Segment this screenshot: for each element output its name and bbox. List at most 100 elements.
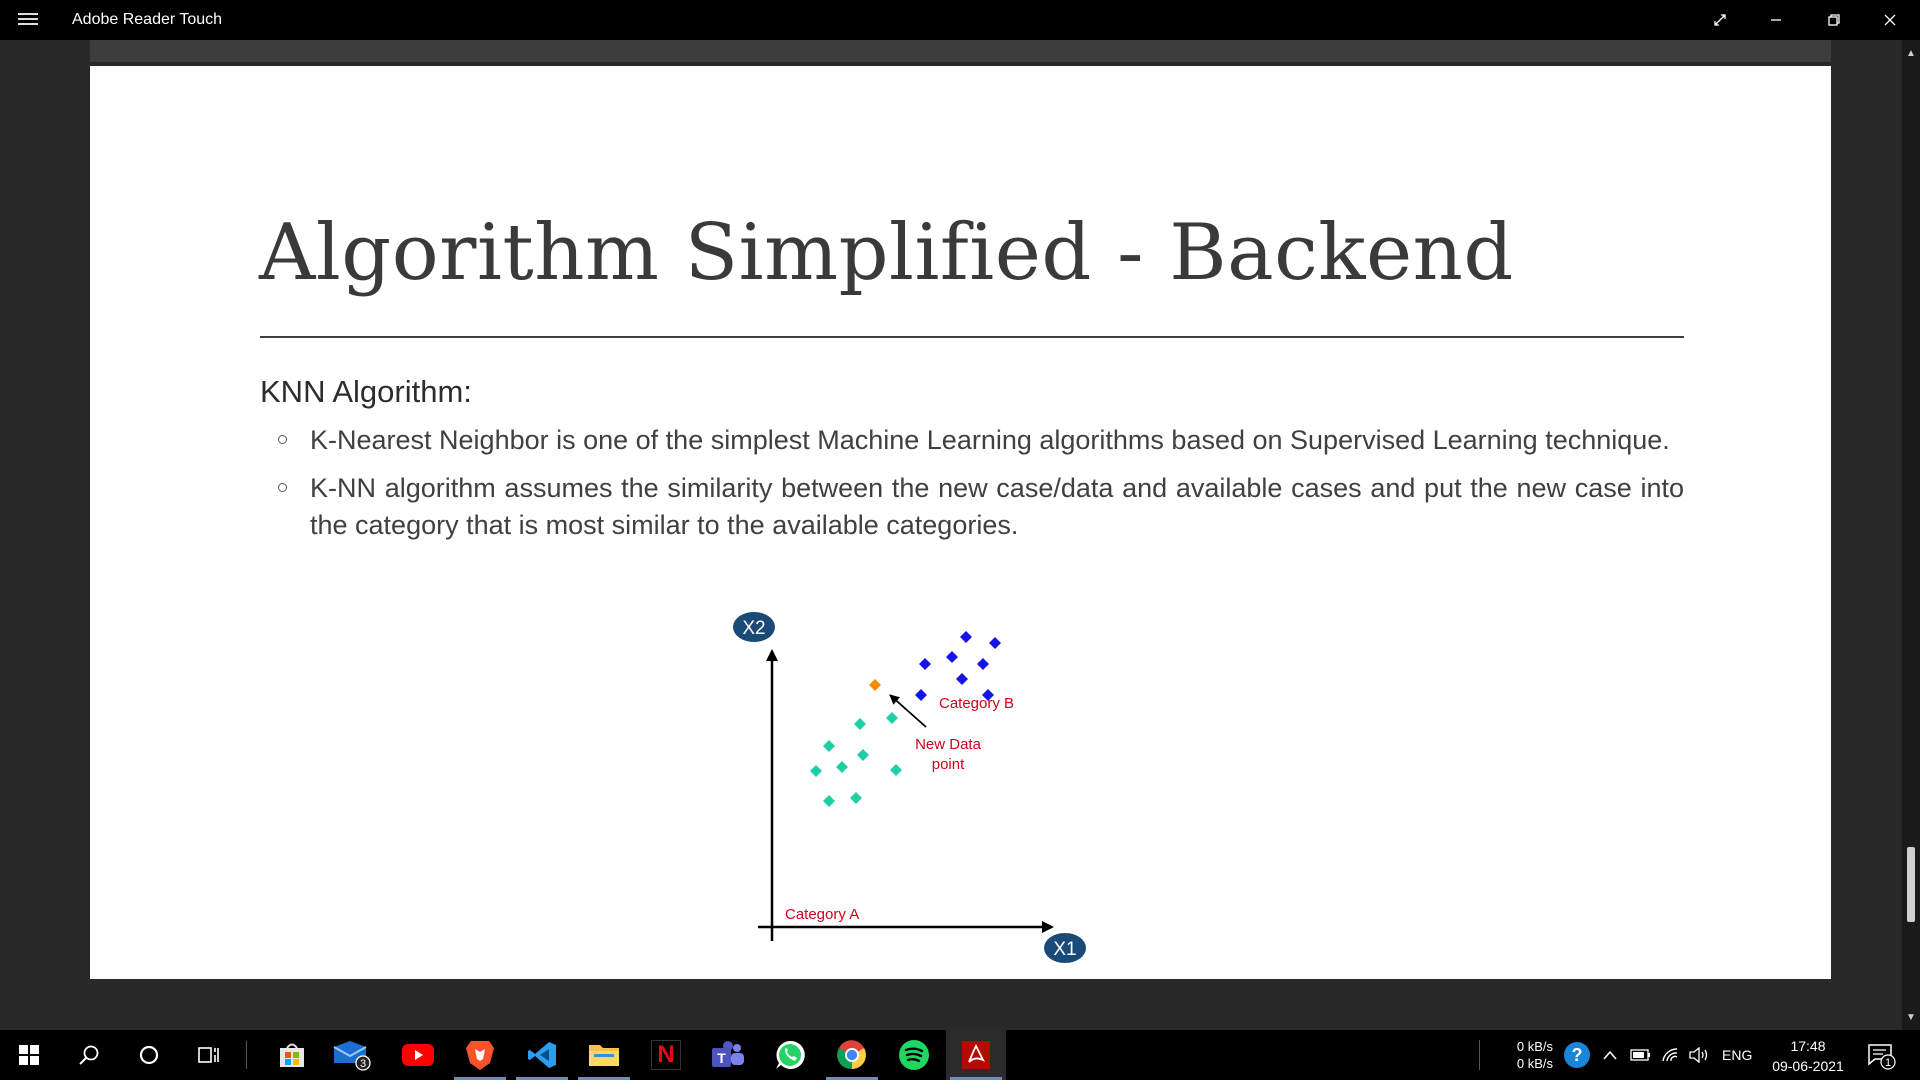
taskbar-app-spotify[interactable] <box>884 1030 944 1080</box>
data-point <box>886 712 898 724</box>
taskbar-app-brave[interactable] <box>450 1030 510 1080</box>
youtube-icon <box>402 1044 434 1066</box>
scroll-up-icon[interactable]: ▲ <box>1902 44 1920 62</box>
volume-button[interactable] <box>1688 1030 1710 1080</box>
bullet-circle-icon <box>278 435 287 444</box>
teams-icon: T <box>712 1041 744 1067</box>
data-point <box>823 740 835 752</box>
wifi-button[interactable] <box>1661 1030 1681 1080</box>
data-point <box>956 673 968 685</box>
title-bar: Adobe Reader Touch <box>0 0 1920 40</box>
category-b-points <box>915 631 1001 701</box>
hamburger-menu-icon[interactable] <box>18 10 38 30</box>
taskbar-app-netflix[interactable]: N <box>636 1030 696 1080</box>
x-axis-label: X1 <box>1053 939 1076 960</box>
data-point <box>919 658 931 670</box>
battery-icon <box>1630 1049 1650 1061</box>
previous-page-edge <box>90 40 1831 62</box>
data-point <box>989 637 1001 649</box>
taskbar: 3 N T 0 kB/s 0 kB/s ? ENG 17:48 09-06-20… <box>0 1030 1920 1080</box>
data-point <box>854 718 866 730</box>
expand-icon <box>1714 14 1726 26</box>
task-view-button[interactable] <box>180 1030 238 1080</box>
mail-icon: 3 <box>333 1041 371 1071</box>
clock-date: 09-06-2021 <box>1772 1058 1844 1074</box>
clock[interactable]: 17:48 09-06-2021 <box>1760 1036 1856 1076</box>
close-button[interactable] <box>1862 0 1918 40</box>
minimize-button[interactable] <box>1748 0 1804 40</box>
adobe-icon <box>962 1041 990 1069</box>
mail-badge: 3 <box>360 1058 366 1070</box>
start-button[interactable] <box>0 1030 58 1080</box>
data-point <box>946 651 958 663</box>
y-axis-label: X2 <box>742 618 765 639</box>
data-point <box>810 765 822 777</box>
taskbar-app-chrome[interactable] <box>822 1030 882 1080</box>
whatsapp-icon <box>776 1040 805 1069</box>
taskbar-app-teams[interactable]: T <box>698 1030 758 1080</box>
volume-icon <box>1689 1047 1708 1063</box>
svg-text:T: T <box>717 1050 726 1066</box>
data-point <box>823 795 835 807</box>
wifi-icon <box>1662 1048 1678 1062</box>
category-a-points <box>810 712 902 807</box>
net-upload: 0 kB/s <box>1516 1039 1553 1054</box>
bullet-text: K-NN algorithm assumes the similarity be… <box>310 473 1684 540</box>
data-point <box>915 689 927 701</box>
battery-button[interactable] <box>1630 1030 1652 1080</box>
taskbar-app-file-explorer[interactable] <box>574 1030 634 1080</box>
chrome-icon <box>837 1040 866 1070</box>
data-point <box>960 631 972 643</box>
help-button[interactable]: ? <box>1562 1030 1592 1080</box>
netflix-icon: N <box>651 1040 681 1070</box>
taskbar-app-adobe-reader[interactable] <box>946 1030 1006 1080</box>
slide-subheading: KNN Algorithm: <box>260 374 472 409</box>
brave-icon <box>466 1041 494 1070</box>
svg-text:?: ? <box>1572 1045 1583 1065</box>
taskbar-app-whatsapp[interactable] <box>760 1030 820 1080</box>
data-point <box>836 761 848 773</box>
taskbar-app-store[interactable] <box>262 1030 322 1080</box>
show-hidden-icons-button[interactable] <box>1602 1030 1618 1080</box>
category-b-label: Category B <box>939 695 1014 712</box>
taskbar-app-mail[interactable]: 3 <box>322 1030 382 1080</box>
language-indicator[interactable]: ENG <box>1722 1030 1752 1080</box>
bullet-circle-icon <box>278 483 287 492</box>
search-button[interactable] <box>60 1030 118 1080</box>
bullet-list: K-Nearest Neighbor is one of the simples… <box>278 422 1684 555</box>
new-data-point <box>869 679 881 691</box>
chevron-up-icon <box>1603 1050 1617 1060</box>
document-viewer[interactable]: Algorithm Simplified - Backend KNN Algor… <box>0 40 1920 1030</box>
bullet-text: K-Nearest Neighbor is one of the simples… <box>310 425 1670 455</box>
restore-button[interactable] <box>1806 0 1862 40</box>
vertical-scrollbar[interactable]: ▲ ▼ <box>1902 40 1920 1030</box>
new-point-label-line1: New Data <box>915 736 982 753</box>
slide-title: Algorithm Simplified - Backend <box>259 208 1514 298</box>
title-divider <box>260 336 1684 338</box>
scroll-thumb[interactable] <box>1907 847 1915 922</box>
scroll-down-icon[interactable]: ▼ <box>1902 1008 1920 1026</box>
windows-icon <box>19 1045 39 1065</box>
task-view-icon <box>198 1047 219 1063</box>
search-icon <box>79 1045 99 1065</box>
category-a-label: Category A <box>785 906 859 923</box>
notification-icon: 1 <box>1868 1044 1896 1070</box>
knn-diagram: X2 X1 Category B New Data point Category… <box>733 612 1086 963</box>
taskbar-app-vscode[interactable] <box>512 1030 572 1080</box>
data-point <box>857 749 869 761</box>
pdf-page: Algorithm Simplified - Backend KNN Algor… <box>90 66 1831 979</box>
taskbar-app-youtube[interactable] <box>388 1030 448 1080</box>
cortana-button[interactable] <box>120 1030 178 1080</box>
notification-count: 1 <box>1885 1057 1891 1069</box>
data-point <box>977 658 989 670</box>
action-center-button[interactable]: 1 <box>1866 1030 1896 1080</box>
minimize-icon <box>1771 19 1781 21</box>
data-point <box>850 792 862 804</box>
clock-time: 17:48 <box>1790 1038 1826 1054</box>
fullscreen-button[interactable] <box>1692 0 1748 40</box>
network-speed-meter: 0 kB/s 0 kB/s <box>1498 1038 1553 1072</box>
app-title: Adobe Reader Touch <box>72 11 223 28</box>
folder-icon <box>589 1045 619 1066</box>
bullet-item: K-NN algorithm assumes the similarity be… <box>278 470 1684 544</box>
close-icon <box>1884 14 1896 26</box>
